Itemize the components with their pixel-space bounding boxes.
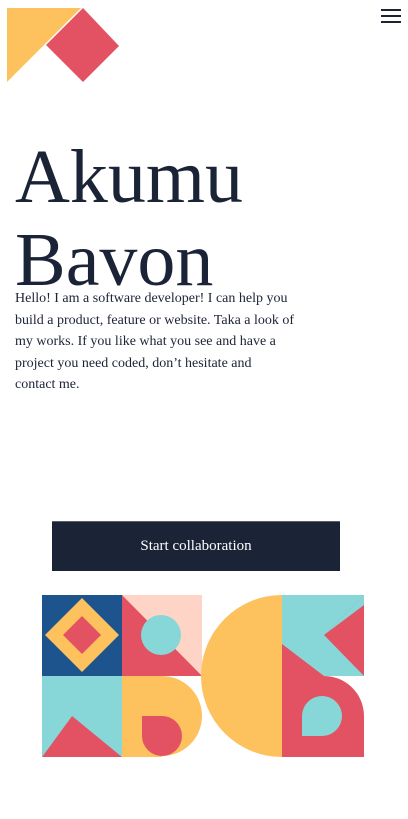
tile-yellow-drop [122,676,202,757]
tile-big-semicircle [201,595,282,757]
hamburger-menu-icon [381,9,401,23]
menu-button[interactable] [379,6,403,26]
tile-red-drop [282,676,364,757]
tile-circle-pink [122,595,202,676]
intro-text: Hello! I am a software developer! I can … [15,291,295,392]
tile-triangles-top-right [282,595,364,676]
start-collaboration-button[interactable]: Start collaboration [52,521,340,571]
page-title: Akumu Bavon [15,136,243,302]
logo-icon[interactable] [7,8,119,84]
tile-diamond [42,595,122,676]
title-line-first: Akumu [15,135,243,219]
geometric-pattern-illustration [42,595,364,757]
tile-triangles-bottom-left [42,676,122,757]
